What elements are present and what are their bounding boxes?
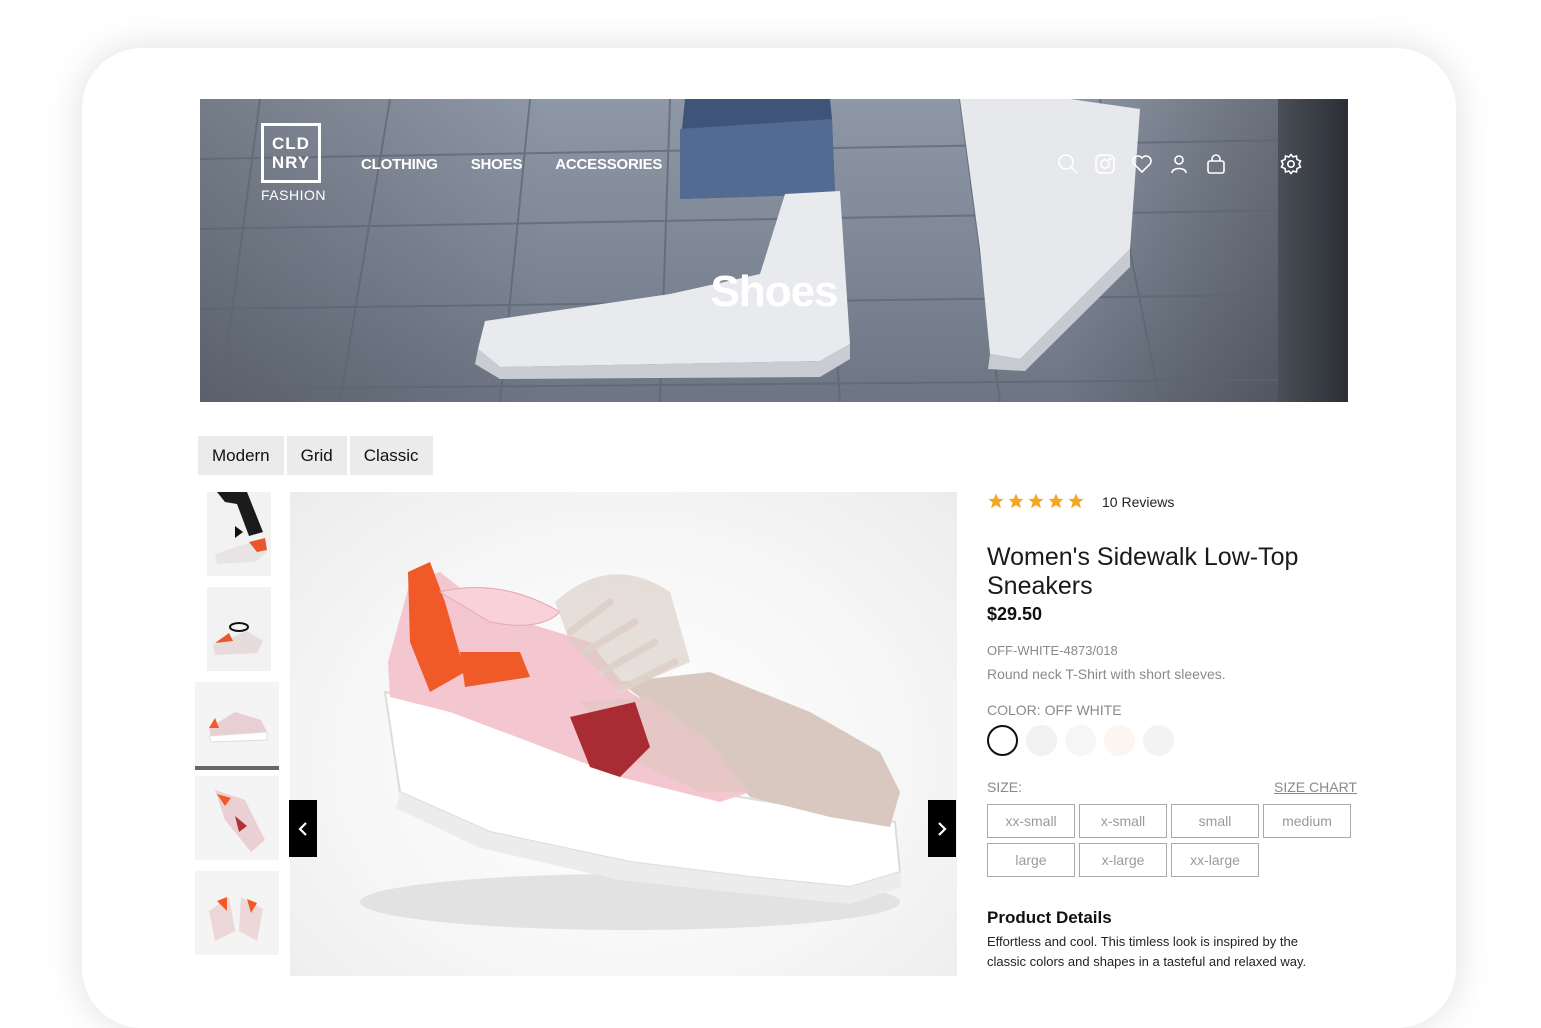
color-swatch[interactable] bbox=[1065, 725, 1096, 756]
star-icon bbox=[988, 493, 1004, 509]
size-option-small[interactable]: small bbox=[1171, 804, 1259, 838]
product-price: $29.50 bbox=[987, 604, 1043, 624]
hero-wall bbox=[1278, 99, 1348, 402]
size-option-large[interactable]: large bbox=[987, 843, 1075, 877]
thumbnail-360[interactable] bbox=[207, 587, 271, 671]
size-options: xx-small x-small small medium large x-la… bbox=[987, 804, 1357, 877]
thumbnail-image bbox=[207, 587, 271, 671]
thumbnail-side[interactable] bbox=[195, 682, 279, 770]
tab-modern[interactable]: Modern bbox=[198, 436, 284, 475]
color-swatch[interactable] bbox=[1104, 725, 1135, 756]
size-chart-link[interactable]: SIZE CHART bbox=[1274, 779, 1357, 795]
user-icon[interactable] bbox=[1168, 153, 1190, 175]
rating-stars[interactable] bbox=[987, 492, 1085, 510]
star-icon bbox=[1008, 493, 1024, 509]
prev-image-button[interactable] bbox=[289, 800, 317, 857]
color-swatches bbox=[987, 725, 1174, 756]
layout-tabs: Modern Grid Classic bbox=[198, 436, 433, 475]
header-icons bbox=[1057, 153, 1302, 175]
main-product-image[interactable] bbox=[290, 492, 957, 976]
size-option-xx-small[interactable]: xx-small bbox=[987, 804, 1075, 838]
product-description: Round neck T-Shirt with short sleeves. bbox=[987, 666, 1226, 682]
color-swatch[interactable] bbox=[1026, 725, 1057, 756]
chevron-left-icon bbox=[298, 821, 307, 836]
thumbnail-video[interactable] bbox=[207, 492, 271, 576]
product-title: Women's Sidewalk Low-Top Sneakers bbox=[987, 543, 1299, 600]
size-label: SIZE: bbox=[987, 779, 1023, 795]
hero-title: Shoes bbox=[710, 267, 838, 316]
thumbnail-top[interactable] bbox=[195, 776, 279, 860]
size-option-x-large[interactable]: x-large bbox=[1079, 843, 1167, 877]
color-swatch-selected[interactable] bbox=[987, 725, 1018, 756]
next-image-button[interactable] bbox=[928, 800, 956, 857]
size-option-medium[interactable]: medium bbox=[1263, 804, 1351, 838]
heart-icon[interactable] bbox=[1131, 153, 1153, 175]
product-sku: OFF-WHITE-4873/018 bbox=[987, 643, 1118, 658]
instagram-icon[interactable] bbox=[1094, 153, 1116, 175]
hero-photo bbox=[200, 99, 1348, 402]
star-icon bbox=[1068, 493, 1084, 509]
reviews-link[interactable]: 10 Reviews bbox=[1102, 494, 1174, 510]
product-details-title: Product Details bbox=[987, 908, 1112, 927]
size-option-x-small[interactable]: x-small bbox=[1079, 804, 1167, 838]
tab-classic[interactable]: Classic bbox=[349, 436, 433, 475]
chevron-right-icon bbox=[938, 821, 947, 836]
nav-accessories[interactable]: ACCESSORIES bbox=[555, 156, 662, 173]
gear-icon[interactable] bbox=[1280, 153, 1302, 175]
main-nav: CLOTHING SHOES ACCESSORIES bbox=[361, 156, 662, 173]
product-details-text: Effortless and cool. This timless look i… bbox=[987, 934, 1307, 969]
hero-banner: CLD NRY FASHION CLOTHING SHOES ACCESSORI… bbox=[200, 99, 1348, 402]
color-swatch[interactable] bbox=[1143, 725, 1174, 756]
star-icon bbox=[1028, 493, 1044, 509]
nav-clothing[interactable]: CLOTHING bbox=[361, 156, 438, 173]
thumbnail-image bbox=[195, 682, 279, 762]
tab-grid[interactable]: Grid bbox=[286, 436, 347, 475]
thumbnail-image bbox=[195, 776, 279, 860]
search-icon[interactable] bbox=[1057, 153, 1079, 175]
thumbnail-image bbox=[195, 871, 279, 955]
sneaker-illustration bbox=[360, 562, 902, 930]
brand-logo[interactable]: CLD NRY FASHION bbox=[261, 123, 329, 203]
logo-subtitle: FASHION bbox=[261, 187, 326, 203]
bag-icon[interactable] bbox=[1205, 153, 1227, 175]
nav-shoes[interactable]: SHOES bbox=[471, 156, 523, 173]
thumbnail-back[interactable] bbox=[195, 871, 279, 955]
color-label: COLOR: OFF WHITE bbox=[987, 702, 1122, 718]
size-option-xx-large[interactable]: xx-large bbox=[1171, 843, 1259, 877]
thumbnail-image bbox=[207, 492, 271, 576]
star-icon bbox=[1048, 493, 1064, 509]
